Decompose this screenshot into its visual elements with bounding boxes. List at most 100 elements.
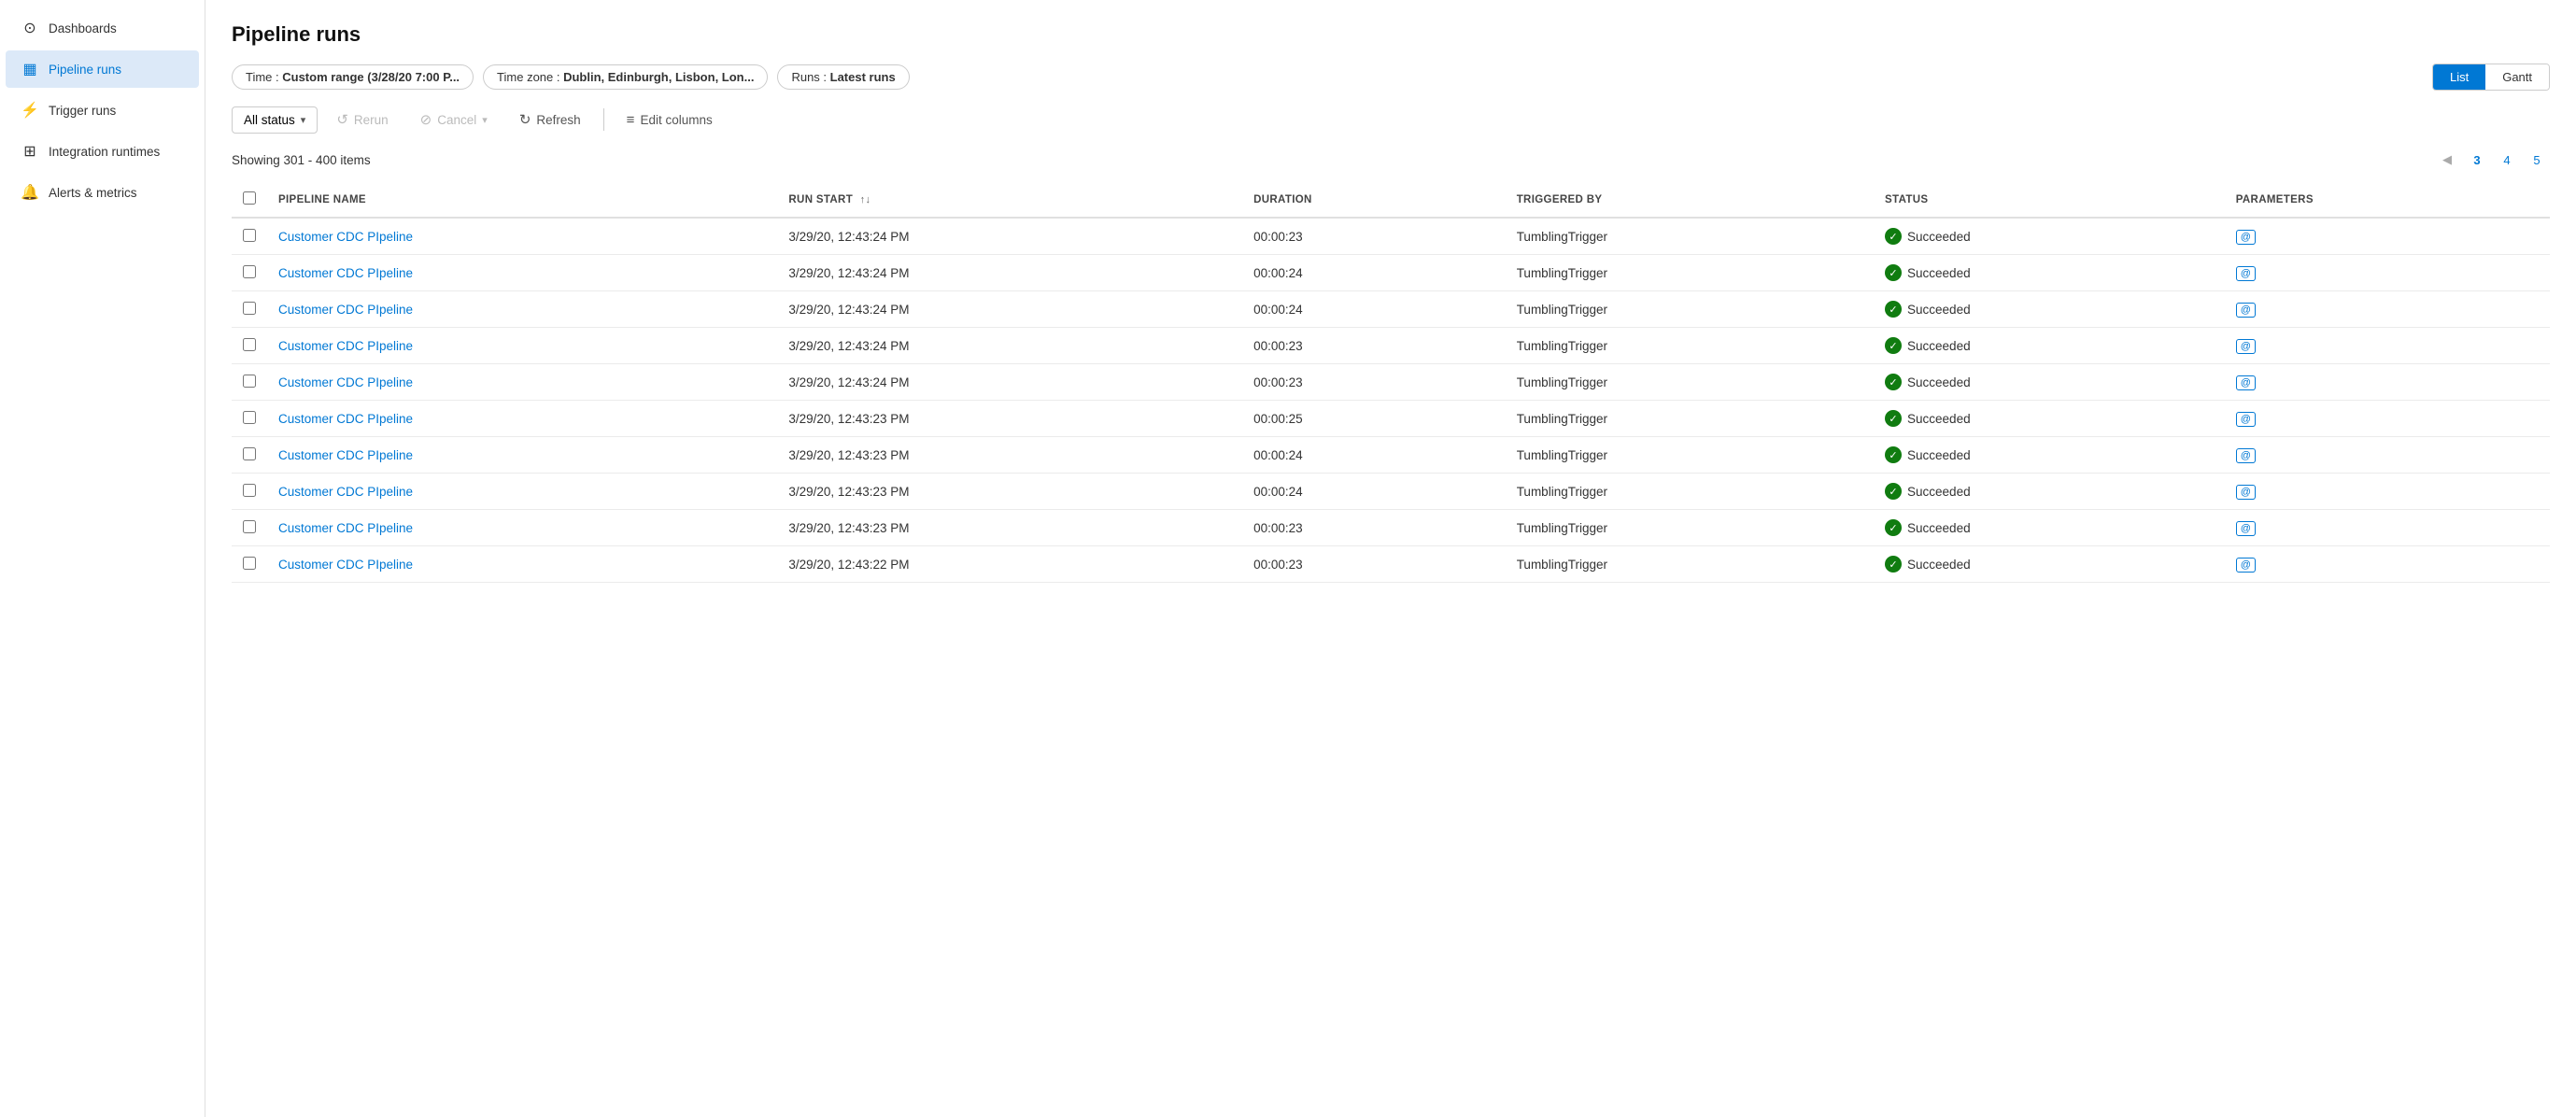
pagination-page-3[interactable]: 3 [2464,147,2490,173]
pipeline-runs-table: PIPELINE NAME RUN START ↑↓ DURATION TRIG… [232,182,2550,583]
row-checkbox-9[interactable] [243,557,256,570]
sidebar-item-dashboards[interactable]: ⊙ Dashboards [6,9,199,47]
status-cell: ✓ Succeeded [1874,546,2225,583]
parameters-icon[interactable]: @ [2236,521,2256,536]
select-all-checkbox[interactable] [243,191,256,205]
parameters-icon[interactable]: @ [2236,230,2256,245]
status-succeeded-icon: ✓ [1885,483,1902,500]
cancel-label: Cancel [437,113,476,127]
pagination-page-5[interactable]: 5 [2524,147,2550,173]
trigger-runs-icon: ⚡ [21,101,39,120]
table-row: Customer CDC PIpeline 3/29/20, 12:43:24 … [232,255,2550,291]
row-checkbox-1[interactable] [243,265,256,278]
duration-cell: 00:00:23 [1242,546,1506,583]
th-pipeline-name: PIPELINE NAME [267,182,777,218]
refresh-button[interactable]: ↻ Refresh [506,106,594,134]
pipeline-link-6[interactable]: Customer CDC PIpeline [278,448,413,462]
th-select-all [232,182,267,218]
gantt-view-button[interactable]: Gantt [2485,64,2549,90]
pipeline-link-0[interactable]: Customer CDC PIpeline [278,230,413,244]
parameters-icon[interactable]: @ [2236,303,2256,318]
list-view-button[interactable]: List [2433,64,2485,90]
table-row: Customer CDC PIpeline 3/29/20, 12:43:24 … [232,291,2550,328]
parameters-icon[interactable]: @ [2236,485,2256,500]
rerun-button[interactable]: ↺ Rerun [323,106,401,134]
status-succeeded-icon: ✓ [1885,264,1902,281]
row-checkbox-4[interactable] [243,375,256,388]
cancel-icon: ⊘ [420,111,432,128]
parameters-icon[interactable]: @ [2236,266,2256,281]
parameters-icon[interactable]: @ [2236,448,2256,463]
edit-columns-button[interactable]: ≡ Edit columns [614,106,726,134]
pipeline-link-4[interactable]: Customer CDC PIpeline [278,375,413,389]
row-checkbox-6[interactable] [243,447,256,460]
sort-icon: ↑↓ [860,194,871,205]
rerun-icon: ↺ [336,111,348,128]
pagination-prev[interactable]: ◀ [2434,147,2460,173]
sidebar-item-label: Integration runtimes [49,145,160,159]
triggered-by-cell: TumblingTrigger [1506,218,1874,255]
run-start-cell: 3/29/20, 12:43:24 PM [777,291,1242,328]
row-checkbox-8[interactable] [243,520,256,533]
pipeline-name-cell: Customer CDC PIpeline [267,291,777,328]
status-dropdown[interactable]: All status ▾ [232,106,318,134]
status-succeeded-icon: ✓ [1885,337,1902,354]
toolbar-divider [603,108,604,131]
timezone-filter[interactable]: Time zone : Dublin, Edinburgh, Lisbon, L… [483,64,768,90]
parameters-icon[interactable]: @ [2236,412,2256,427]
sidebar-item-alerts-metrics[interactable]: 🔔 Alerts & metrics [6,174,199,211]
run-start-cell: 3/29/20, 12:43:24 PM [777,218,1242,255]
sidebar-item-trigger-runs[interactable]: ⚡ Trigger runs [6,92,199,129]
run-start-cell: 3/29/20, 12:43:24 PM [777,255,1242,291]
page-title: Pipeline runs [232,22,2550,47]
status-label: Succeeded [1907,339,1971,353]
sidebar: ⊙ Dashboards ▦ Pipeline runs ⚡ Trigger r… [0,0,205,1117]
parameters-icon[interactable]: @ [2236,558,2256,573]
triggered-by-cell: TumblingTrigger [1506,474,1874,510]
parameters-icon[interactable]: @ [2236,339,2256,354]
pipeline-link-1[interactable]: Customer CDC PIpeline [278,266,413,280]
pipeline-link-8[interactable]: Customer CDC PIpeline [278,521,413,535]
row-checkbox-3[interactable] [243,338,256,351]
edit-columns-icon: ≡ [627,112,635,128]
row-checkbox-7[interactable] [243,484,256,497]
pipeline-link-3[interactable]: Customer CDC PIpeline [278,339,413,353]
pagination-page-4[interactable]: 4 [2494,147,2520,173]
time-filter[interactable]: Time : Custom range (3/28/20 7:00 P... [232,64,474,90]
runs-filter[interactable]: Runs : Latest runs [777,64,909,90]
parameters-cell: @ [2225,255,2550,291]
rerun-label: Rerun [354,113,389,127]
run-start-cell: 3/29/20, 12:43:23 PM [777,474,1242,510]
status-succeeded-icon: ✓ [1885,228,1902,245]
pipeline-name-cell: Customer CDC PIpeline [267,364,777,401]
sidebar-item-pipeline-runs[interactable]: ▦ Pipeline runs [6,50,199,88]
pipeline-link-9[interactable]: Customer CDC PIpeline [278,558,413,572]
pipeline-runs-icon: ▦ [21,60,39,78]
run-start-cell: 3/29/20, 12:43:24 PM [777,328,1242,364]
row-checkbox-cell [232,546,267,583]
table-row: Customer CDC PIpeline 3/29/20, 12:43:24 … [232,218,2550,255]
status-succeeded-icon: ✓ [1885,446,1902,463]
run-start-cell: 3/29/20, 12:43:23 PM [777,437,1242,474]
pipeline-link-2[interactable]: Customer CDC PIpeline [278,303,413,317]
th-run-start[interactable]: RUN START ↑↓ [777,182,1242,218]
triggered-by-cell: TumblingTrigger [1506,546,1874,583]
row-checkbox-0[interactable] [243,229,256,242]
row-checkbox-2[interactable] [243,302,256,315]
row-checkbox-cell [232,328,267,364]
table-row: Customer CDC PIpeline 3/29/20, 12:43:23 … [232,510,2550,546]
pipeline-link-7[interactable]: Customer CDC PIpeline [278,485,413,499]
cancel-button[interactable]: ⊘ Cancel ▾ [407,106,501,134]
status-succeeded-icon: ✓ [1885,374,1902,390]
run-start-cell: 3/29/20, 12:43:22 PM [777,546,1242,583]
status-label: Succeeded [1907,375,1971,389]
pipeline-link-5[interactable]: Customer CDC PIpeline [278,412,413,426]
row-checkbox-5[interactable] [243,411,256,424]
row-checkbox-cell [232,401,267,437]
runs-label: Runs : [791,70,829,84]
triggered-by-cell: TumblingTrigger [1506,255,1874,291]
status-label: Succeeded [1907,558,1971,572]
sidebar-item-integration-runtimes[interactable]: ⊞ Integration runtimes [6,133,199,170]
pagination: ◀ 3 4 5 [2434,147,2550,173]
parameters-icon[interactable]: @ [2236,375,2256,390]
